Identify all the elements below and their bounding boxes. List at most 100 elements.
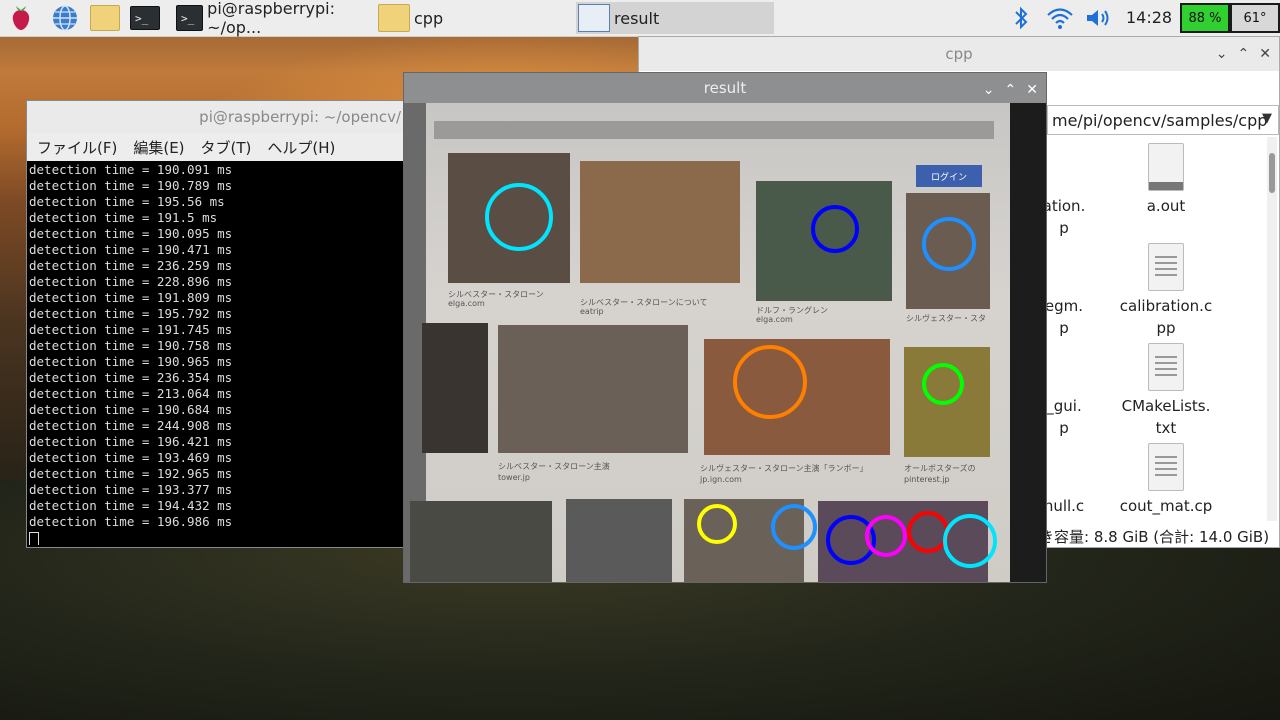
- binary-file-icon: [1148, 143, 1184, 191]
- terminal-line: detection time = 191.745 ms: [29, 322, 233, 337]
- text-file-icon: [1148, 343, 1184, 391]
- terminal-line: detection time = 195.56 ms: [29, 194, 225, 209]
- photo-thumbnail: [566, 499, 672, 582]
- photo-caption: tower.jp: [498, 473, 530, 482]
- task-result[interactable]: result: [576, 2, 774, 34]
- task-file-manager-label: cpp: [414, 8, 444, 28]
- photo-caption: elga.com: [448, 299, 485, 308]
- file-item[interactable]: calibration.c pp: [1111, 243, 1221, 339]
- path-text: me/pi/opencv/samples/cpp: [1052, 110, 1268, 130]
- maximize-icon[interactable]: ⌃: [1005, 82, 1017, 98]
- terminal-line: detection time = 228.896 ms: [29, 274, 233, 289]
- terminal-line: detection time = 190.758 ms: [29, 338, 233, 353]
- menu-file[interactable]: ファイル(F): [37, 137, 117, 158]
- task-terminal-label: pi@raspberrypi: ~/op...: [207, 0, 335, 37]
- terminal-cursor: [29, 532, 39, 545]
- face-detection-circle: [922, 217, 976, 271]
- file-name-line2: pp: [1156, 319, 1176, 337]
- chevron-down-icon[interactable]: ⌄: [983, 82, 995, 98]
- face-detection-circle: [922, 363, 964, 405]
- terminal-line: detection time = 193.469 ms: [29, 450, 233, 465]
- monitor-bezel-right: [1010, 103, 1046, 582]
- terminal-line: detection time = 236.259 ms: [29, 258, 233, 273]
- photo-caption: オールボスターズの: [904, 464, 976, 473]
- login-button: ログイン: [916, 165, 982, 187]
- terminal-title: pi@raspberrypi: ~/opencv/: [199, 108, 401, 126]
- cpu-usage-monitor[interactable]: 88 %: [1180, 3, 1230, 33]
- face-detection-circle: [733, 345, 807, 419]
- maximize-icon[interactable]: ⌃: [1238, 46, 1250, 62]
- file-name: a.out: [1146, 197, 1186, 215]
- terminal-launcher-icon[interactable]: >_: [130, 3, 160, 33]
- menu-tabs[interactable]: タブ(T): [201, 137, 252, 158]
- file-manager-titlebar[interactable]: cpp ⌄ ⌃ ✕: [639, 37, 1279, 71]
- face-detection-circle: [485, 183, 553, 251]
- photo-thumbnail: [410, 501, 552, 582]
- close-icon[interactable]: ✕: [1026, 82, 1038, 98]
- terminal-titlebar[interactable]: pi@raspberrypi: ~/opencv/: [27, 101, 407, 133]
- close-icon[interactable]: ✕: [1259, 46, 1271, 62]
- terminal-line: detection time = 196.986 ms: [29, 514, 233, 529]
- file-manager-folder-icon[interactable]: [90, 3, 120, 33]
- raspberry-menu-icon[interactable]: [6, 3, 36, 33]
- browser-tabbar: [434, 121, 994, 139]
- window-icon: [578, 4, 610, 32]
- wifi-icon[interactable]: [1046, 0, 1074, 36]
- file-name: CMakeLists.: [1121, 397, 1211, 415]
- browser-globe-icon[interactable]: [50, 3, 80, 33]
- terminal-line: detection time = 190.091 ms: [29, 162, 233, 177]
- file-name-line2: txt: [1155, 419, 1177, 437]
- face-detection-circle: [811, 205, 859, 253]
- clock[interactable]: 14:28: [1126, 8, 1172, 27]
- file-item[interactable]: CMakeLists. txt: [1111, 343, 1221, 439]
- result-titlebar[interactable]: result ⌄ ⌃ ✕: [404, 73, 1046, 103]
- photo-caption: pinterest.jp: [904, 475, 950, 484]
- folder-icon: [378, 4, 410, 32]
- terminal-icon: >_: [176, 5, 204, 31]
- face-detection-circle: [771, 504, 817, 550]
- path-dropdown-icon[interactable]: ▼: [1262, 111, 1272, 126]
- face-detection-circle: [697, 504, 737, 544]
- file-item[interactable]: cout_mat.cp: [1111, 443, 1221, 517]
- file-item[interactable]: a.out: [1111, 143, 1221, 217]
- terminal-line: detection time = 190.789 ms: [29, 178, 233, 193]
- terminal-line: detection time = 191.809 ms: [29, 290, 233, 305]
- task-result-label: result: [614, 8, 660, 28]
- terminal-line: detection time = 190.965 ms: [29, 354, 233, 369]
- photo-caption: シルヴェスター・スタローン主演「ランボー」: [700, 464, 868, 473]
- terminal-line: detection time = 190.684 ms: [29, 402, 233, 417]
- photo-thumbnail: [580, 161, 740, 283]
- terminal-line: detection time = 236.354 ms: [29, 370, 233, 385]
- file-grid: ation. p a.out egm. p calibration.c pp _…: [1039, 137, 1267, 521]
- terminal-line: detection time = 190.095 ms: [29, 226, 233, 241]
- terminal-output[interactable]: detection time = 190.091 ms detection ti…: [29, 162, 405, 545]
- text-file-icon: [1148, 443, 1184, 491]
- photo-thumbnail: [422, 323, 488, 453]
- bluetooth-icon[interactable]: [1010, 0, 1032, 36]
- terminal-line: detection time = 191.5 ms: [29, 210, 218, 225]
- path-bar[interactable]: me/pi/opencv/samples/cpp ▼: [1047, 105, 1279, 135]
- file-grid-scrollbar[interactable]: [1267, 137, 1277, 521]
- terminal-line: detection time = 195.792 ms: [29, 306, 233, 321]
- menu-edit[interactable]: 編集(E): [133, 137, 184, 158]
- terminal-menubar: ファイル(F) 編集(E) タブ(T) ヘルプ(H): [27, 133, 407, 161]
- task-file-manager[interactable]: cpp: [376, 2, 572, 34]
- result-window: result ⌄ ⌃ ✕ ログイン シルベスター・スタローン elga.com …: [403, 72, 1047, 583]
- terminal-line: detection time = 213.064 ms: [29, 386, 233, 401]
- photo-thumbnail: [498, 325, 688, 453]
- terminal-window: pi@raspberrypi: ~/opencv/ ファイル(F) 編集(E) …: [26, 100, 408, 548]
- cpu-temperature[interactable]: 61°: [1230, 3, 1280, 33]
- photo-caption: シルベスター・スタローン主演: [498, 462, 610, 471]
- photo-caption: eatrip: [580, 307, 604, 316]
- taskbar: >_ >_ pi@raspberrypi: ~/op... cpp result…: [0, 0, 1280, 37]
- photo-caption: elga.com: [756, 315, 793, 324]
- menu-help[interactable]: ヘルプ(H): [267, 137, 335, 158]
- file-manager-title: cpp: [945, 45, 973, 63]
- terminal-line: detection time = 244.908 ms: [29, 418, 233, 433]
- volume-icon[interactable]: [1084, 0, 1112, 36]
- task-terminal[interactable]: >_ pi@raspberrypi: ~/op...: [174, 0, 372, 37]
- result-title: result: [703, 79, 747, 97]
- text-file-icon: [1148, 243, 1184, 291]
- chevron-down-icon[interactable]: ⌄: [1216, 46, 1228, 62]
- free-space-status: き容量: 8.8 GiB (合計: 14.0 GiB): [1039, 527, 1270, 546]
